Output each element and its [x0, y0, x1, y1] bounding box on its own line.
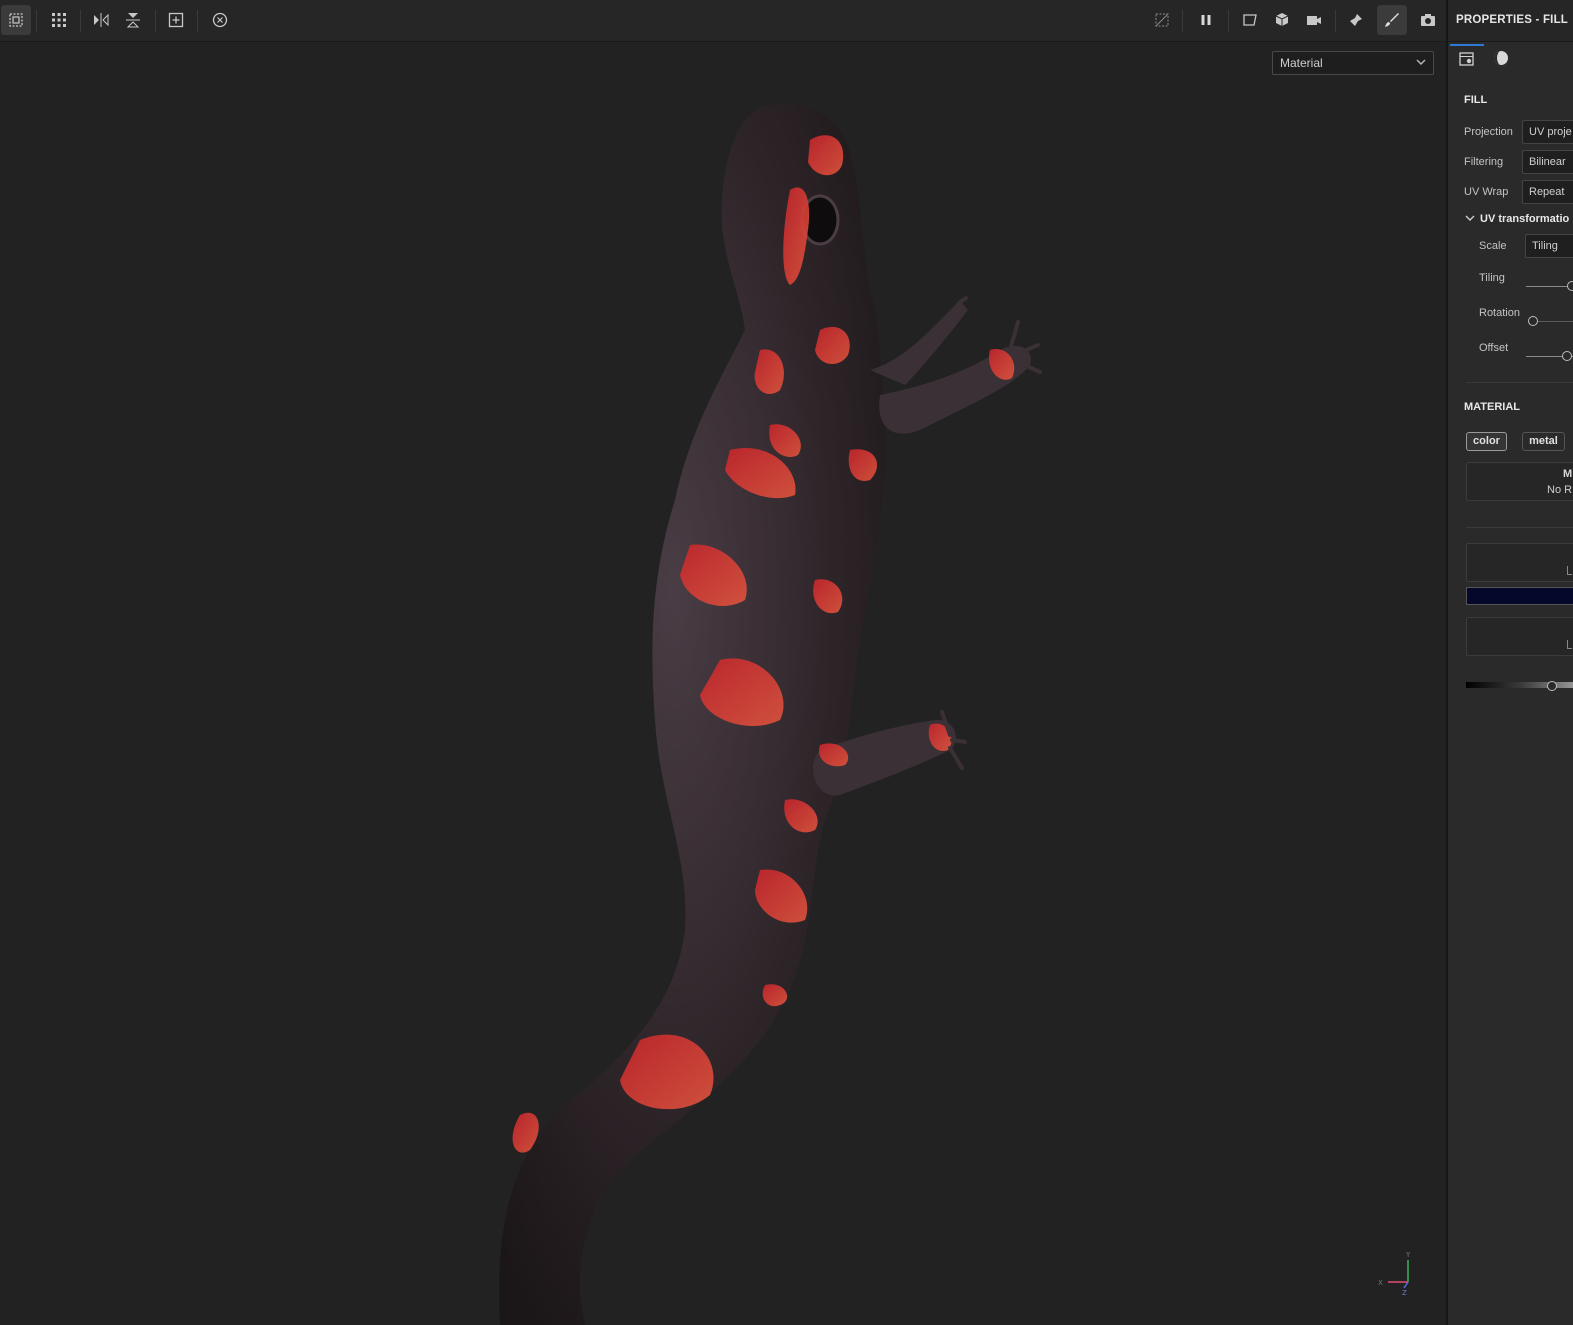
chevron-down-icon [1416, 59, 1426, 65]
layer-settings-icon [1459, 52, 1474, 66]
material-resource-slot[interactable]: M No R [1466, 462, 1573, 501]
rotation-slider-track[interactable] [1536, 321, 1573, 322]
add-frame-icon[interactable] [161, 5, 191, 35]
chevron-down-icon[interactable] [1465, 213, 1475, 223]
filtering-select[interactable]: Bilinear [1522, 150, 1573, 174]
reset-camera-icon[interactable] [205, 5, 235, 35]
axis-x-label: X [1378, 1279, 1383, 1287]
material-slot-title: M [1563, 468, 1573, 480]
color-swatch[interactable] [1466, 587, 1573, 605]
section-divider [1466, 527, 1573, 528]
fill-heading: FILL [1464, 94, 1488, 106]
body-shape [499, 103, 886, 1325]
texture-slot-marker [1567, 640, 1572, 649]
projection-label: Projection [1464, 126, 1513, 138]
tiling-slider-handle[interactable] [1567, 281, 1573, 291]
value-slider-handle[interactable] [1547, 681, 1557, 691]
upper-arm-shape [870, 300, 968, 385]
camera-icon[interactable] [1299, 5, 1329, 35]
panel-title: PROPERTIES - FILL [1456, 14, 1569, 26]
material-heading: MATERIAL [1464, 401, 1521, 413]
properties-panel: PROPERTIES - FILL FILL Projection UV pro… [1446, 0, 1573, 1325]
material-chip-color[interactable]: color [1466, 432, 1507, 451]
material-slot-subtitle: No R [1547, 484, 1573, 496]
material-sphere-icon [1494, 51, 1508, 65]
screenshot-icon[interactable] [1413, 5, 1443, 35]
projection-select[interactable]: UV proje [1522, 120, 1573, 144]
viewport-frame-icon[interactable] [1235, 5, 1265, 35]
tab-layer-settings[interactable] [1450, 44, 1484, 72]
uv-wrap-label: UV Wrap [1464, 186, 1509, 198]
scale-select[interactable]: Tiling [1525, 234, 1573, 258]
panel-header: PROPERTIES - FILL [1448, 0, 1573, 42]
display-mode-select[interactable]: Material [1272, 51, 1434, 75]
hide-icon[interactable] [1147, 5, 1177, 35]
salamander-3d-model[interactable] [0, 41, 1446, 1325]
uv-transformation-heading[interactable]: UV transformatio [1480, 213, 1569, 225]
section-divider [1466, 382, 1573, 383]
cube-icon[interactable] [1267, 5, 1297, 35]
display-mode-value: Material [1280, 56, 1323, 70]
pin-icon[interactable] [1341, 5, 1371, 35]
pause-icon[interactable] [1191, 5, 1221, 35]
offset-slider-handle[interactable] [1562, 351, 1572, 361]
scale-label: Scale [1479, 240, 1507, 252]
tiling-slider-track[interactable] [1526, 286, 1573, 287]
filtering-label: Filtering [1464, 156, 1504, 168]
texture-slot-2[interactable] [1466, 617, 1573, 656]
axis-y-label: Y [1405, 1251, 1411, 1259]
mirror-vertical-icon[interactable] [118, 5, 148, 35]
tab-material[interactable] [1484, 44, 1518, 72]
axis-z-label: Z [1402, 1289, 1407, 1296]
tiling-label: Tiling [1479, 272, 1505, 284]
uv-wrap-select[interactable]: Repeat [1522, 180, 1573, 204]
rotation-label: Rotation [1479, 307, 1520, 319]
grid-icon[interactable] [44, 5, 74, 35]
rotation-slider-handle[interactable] [1528, 316, 1538, 326]
offset-label: Offset [1479, 342, 1509, 354]
material-chip-metal[interactable]: metal [1522, 432, 1565, 451]
selection-icon[interactable] [1, 5, 31, 35]
axis-gizmo: Y X Z [1378, 1251, 1411, 1296]
viewport-toolbar [0, 0, 1446, 42]
3d-viewport[interactable]: Material Y X Z [0, 0, 1446, 1325]
texture-slot-marker [1567, 566, 1572, 575]
mirror-horizontal-icon[interactable] [86, 5, 116, 35]
paint-brush-icon[interactable] [1377, 5, 1407, 35]
texture-slot-1[interactable] [1466, 543, 1573, 582]
